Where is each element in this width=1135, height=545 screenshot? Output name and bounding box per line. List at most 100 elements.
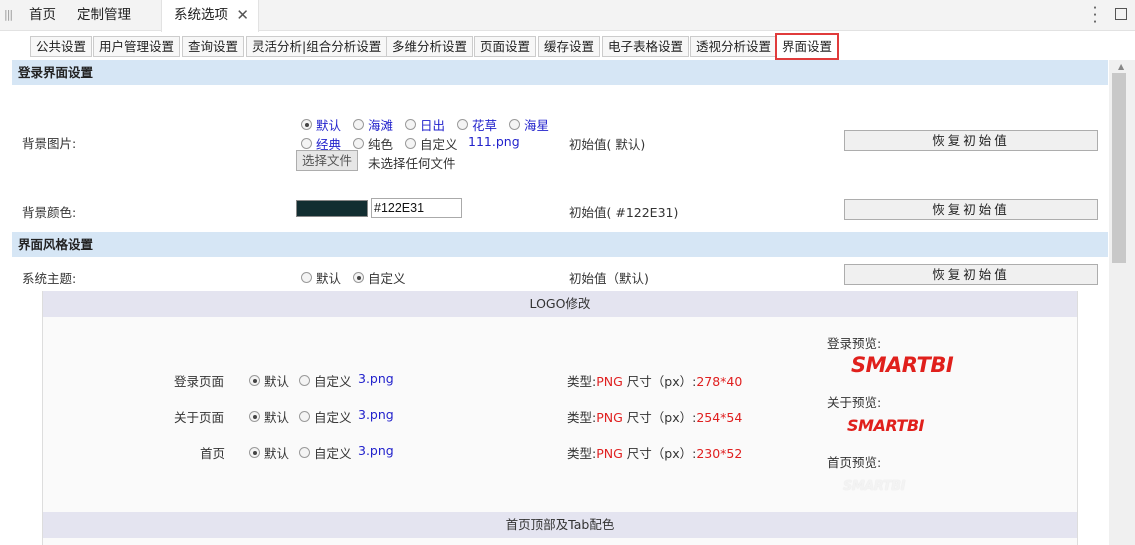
radio-about-logo-default[interactable]: 默认 xyxy=(249,407,289,426)
radio-label: 日出 xyxy=(420,118,446,133)
more-vertical-icon[interactable]: · · · xyxy=(1090,1,1100,30)
subtab-page[interactable]: 页面设置 xyxy=(474,36,537,57)
type-value: PNG xyxy=(596,374,623,389)
maximize-icon[interactable] xyxy=(1115,8,1127,20)
radio-login-logo-custom[interactable]: 自定义 xyxy=(299,371,352,390)
radio-bg-solid[interactable]: 纯色 xyxy=(353,134,393,153)
type-label: 类型: xyxy=(567,374,597,389)
preview-login-label: 登录预览: xyxy=(827,336,882,351)
bg-image-initial: 初始值( 默认) xyxy=(569,137,646,152)
subtab-cache[interactable]: 缓存设置 xyxy=(538,36,601,57)
radio-dot xyxy=(301,272,312,283)
subtab-public[interactable]: 公共设置 xyxy=(30,36,93,57)
radio-label: 自定义 xyxy=(314,374,352,389)
radio-home-logo-default[interactable]: 默认 xyxy=(249,443,289,462)
scroll-up-icon[interactable]: ▲ xyxy=(1118,62,1124,71)
radio-dot xyxy=(405,119,416,130)
size-label: 尺寸（px）: xyxy=(626,374,697,389)
about-logo-preview: SMARTBI xyxy=(847,416,925,435)
home-logo-filename: 3.png xyxy=(358,443,394,458)
bg-color-swatch[interactable] xyxy=(296,200,368,217)
preview-home-label: 首页预览: xyxy=(827,455,882,470)
radio-bg-beach[interactable]: 海滩 xyxy=(353,115,393,134)
home-logo-preview: SMARTBI xyxy=(843,479,905,494)
file-status: 未选择任何文件 xyxy=(368,156,456,171)
radio-label: 自定义 xyxy=(368,271,406,286)
logo-row-about-label: 关于页面 xyxy=(174,410,225,425)
bg-color-initial: 初始值( #122E31) xyxy=(569,205,679,220)
radio-login-logo-default[interactable]: 默认 xyxy=(249,371,289,390)
login-logo-preview: SMARTBI xyxy=(851,353,954,377)
radio-dot xyxy=(353,119,364,130)
tab-system-options[interactable]: 系统选项 ✕ xyxy=(161,0,259,32)
settings-tabs: 公共设置 用户管理设置 查询设置 灵活分析|组合分析设置 多维分析设置 页面设置… xyxy=(0,31,1135,60)
drag-grip-icon[interactable]: ||| xyxy=(4,8,13,21)
subtab-interface[interactable]: 界面设置 xyxy=(775,33,840,60)
radio-about-logo-custom[interactable]: 自定义 xyxy=(299,407,352,426)
size-value: 230*52 xyxy=(696,446,743,461)
bg-color-label: 背景颜色: xyxy=(22,205,77,220)
radio-bg-custom[interactable]: 自定义 xyxy=(405,134,458,153)
logo-row-home-label: 首页 xyxy=(200,446,226,461)
radio-dot xyxy=(249,411,260,422)
logo-row-login-label: 登录页面 xyxy=(174,374,225,389)
radio-bg-starfish[interactable]: 海星 xyxy=(509,115,549,134)
radio-theme-custom[interactable]: 自定义 xyxy=(353,268,406,287)
choose-file-button[interactable]: 选择文件 xyxy=(296,150,359,171)
theme-initial: 初始值（默认) xyxy=(569,271,649,286)
reset-theme-button[interactable]: 恢复初始值 xyxy=(844,264,1098,285)
radio-label: 默认 xyxy=(316,271,342,286)
logo-panel-title: LOGO修改 xyxy=(43,291,1077,317)
radio-dot xyxy=(299,411,310,422)
tab-home[interactable]: 首页 xyxy=(29,0,56,31)
radio-label: 花草 xyxy=(472,118,498,133)
about-logo-spec: 类型:PNG 尺寸（px）:254*54 xyxy=(567,407,742,426)
logo-panel: LOGO修改 登录页面 默认 自定义 3.png 类型:PNG 尺寸（px）:2… xyxy=(42,291,1078,545)
radio-label: 默认 xyxy=(264,410,290,425)
login-logo-filename: 3.png xyxy=(358,371,394,386)
subtab-flexible-analysis[interactable]: 灵活分析|组合分析设置 xyxy=(246,36,388,57)
radio-label: 默认 xyxy=(264,374,290,389)
subtab-multidim-analysis[interactable]: 多维分析设置 xyxy=(386,36,474,57)
radio-dot xyxy=(299,375,310,386)
type-label: 类型: xyxy=(567,446,597,461)
size-label: 尺寸（px）: xyxy=(626,410,697,425)
radio-bg-default[interactable]: 默认 xyxy=(301,115,341,134)
radio-label: 自定义 xyxy=(314,446,352,461)
bg-filename: 111.png xyxy=(468,134,520,149)
radio-label: 默认 xyxy=(264,446,290,461)
radio-theme-default[interactable]: 默认 xyxy=(301,268,341,287)
radio-label: 默认 xyxy=(316,118,342,133)
type-label: 类型: xyxy=(567,410,597,425)
about-logo-filename: 3.png xyxy=(358,407,394,422)
vertical-scrollbar[interactable]: ▲ xyxy=(1109,60,1135,545)
tab-system-options-label: 系统选项 xyxy=(174,7,228,23)
size-value: 254*54 xyxy=(696,410,743,425)
radio-home-logo-custom[interactable]: 自定义 xyxy=(299,443,352,462)
reset-bg-color-button[interactable]: 恢复初始值 xyxy=(844,199,1098,220)
preview-about-label: 关于预览: xyxy=(827,395,882,410)
radio-dot xyxy=(299,447,310,458)
radio-bg-sunrise[interactable]: 日出 xyxy=(405,115,445,134)
radio-dot xyxy=(405,138,416,149)
size-value: 278*40 xyxy=(696,374,743,389)
radio-dot xyxy=(249,375,260,386)
theme-label: 系统主题: xyxy=(22,271,77,286)
subtab-spreadsheet[interactable]: 电子表格设置 xyxy=(602,36,690,57)
radio-dot xyxy=(457,119,468,130)
reset-bg-image-button[interactable]: 恢复初始值 xyxy=(844,130,1098,151)
close-icon[interactable]: ✕ xyxy=(236,0,249,30)
home-logo-spec: 类型:PNG 尺寸（px）:230*52 xyxy=(567,443,742,462)
subtab-query[interactable]: 查询设置 xyxy=(182,36,245,57)
scrollbar-thumb[interactable] xyxy=(1112,73,1126,263)
radio-bg-flowers[interactable]: 花草 xyxy=(457,115,497,134)
tab-custom-management[interactable]: 定制管理 xyxy=(77,0,131,31)
bg-color-input[interactable] xyxy=(371,198,462,218)
radio-label: 纯色 xyxy=(368,137,394,152)
subtab-pivot-analysis[interactable]: 透视分析设置 xyxy=(690,36,778,57)
subtab-user-management[interactable]: 用户管理设置 xyxy=(93,36,181,57)
color-panel-title: 首页顶部及Tab配色 xyxy=(43,512,1077,538)
radio-dot xyxy=(301,119,312,130)
radio-label: 自定义 xyxy=(420,137,458,152)
type-value: PNG xyxy=(596,410,623,425)
